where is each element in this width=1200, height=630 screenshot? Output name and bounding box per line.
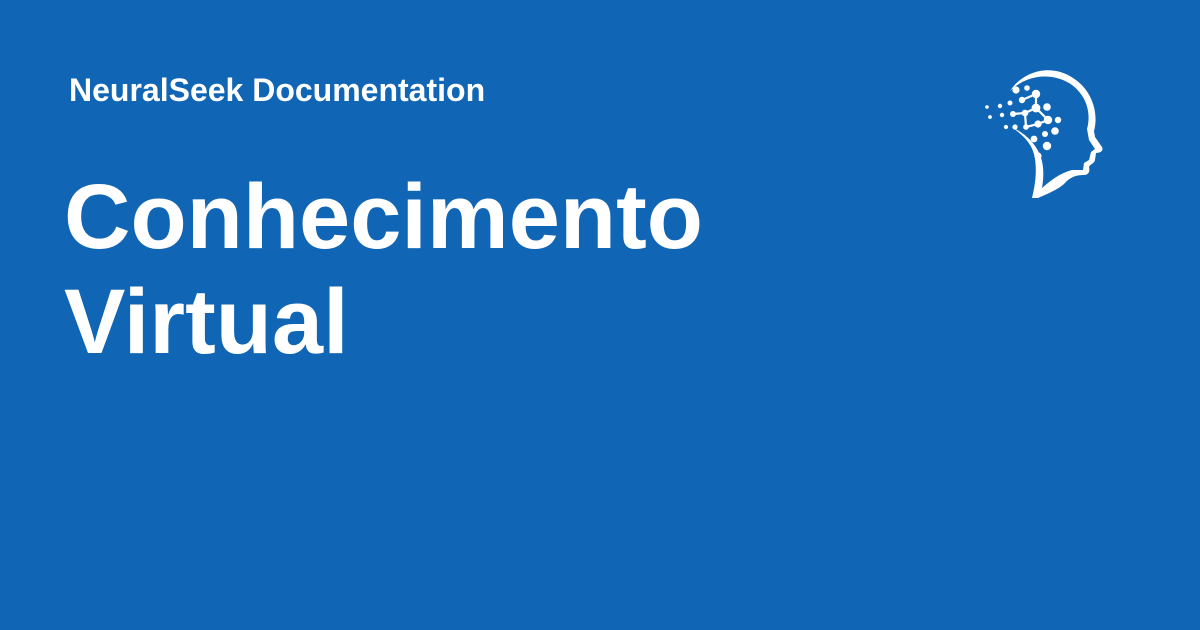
site-name: NeuralSeek Documentation bbox=[69, 72, 486, 108]
page-title-line-1: Conhecimento bbox=[64, 166, 703, 268]
neuralseek-head-icon bbox=[978, 64, 1108, 198]
social-card: NeuralSeek Documentation Conhecimento Vi… bbox=[0, 0, 1200, 630]
page-title: Conhecimento Virtual bbox=[64, 165, 884, 375]
page-title-line-2: Virtual bbox=[64, 271, 349, 373]
